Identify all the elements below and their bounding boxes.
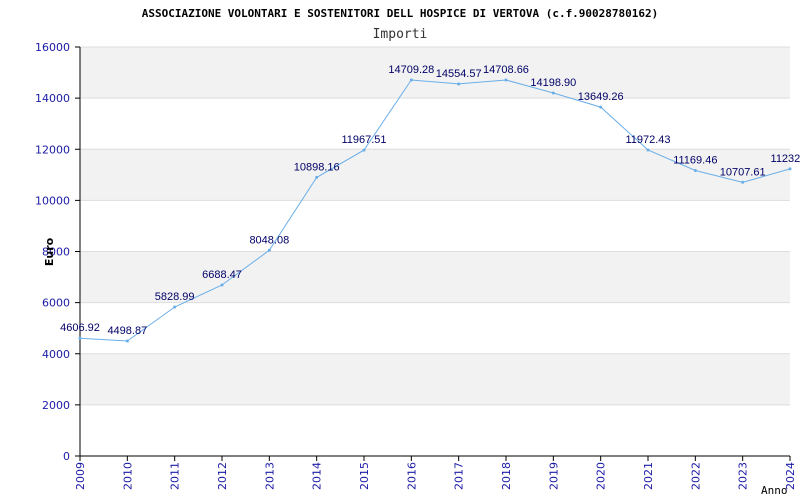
x-tick-label: 2022	[689, 462, 702, 490]
data-point	[788, 167, 792, 171]
data-label: 13649.26	[578, 91, 624, 103]
line-chart: ASSOCIAZIONE VOLONTARI E SOSTENITORI DEL…	[35, 7, 800, 497]
data-label: 10707.61	[720, 166, 766, 178]
data-label: 14709.28	[388, 64, 434, 76]
data-point	[267, 248, 271, 252]
chart-subtitle: Importi	[373, 27, 428, 42]
y-tick-label: 0	[63, 450, 70, 463]
data-point	[504, 78, 508, 82]
data-label: 11967.51	[341, 134, 386, 146]
data-label: 6688.47	[202, 269, 242, 281]
x-tick-label: 2021	[642, 462, 655, 490]
data-label: 8048.08	[249, 234, 289, 246]
x-tick-label: 2015	[358, 462, 371, 490]
chart-title: ASSOCIAZIONE VOLONTARI E SOSTENITORI DEL…	[142, 7, 659, 20]
plot-band	[80, 353, 790, 405]
data-point	[125, 339, 129, 343]
data-point	[646, 148, 650, 152]
plot-bands	[80, 47, 790, 405]
data-point	[741, 180, 745, 184]
data-label: 14708.66	[483, 64, 529, 76]
y-tick-label: 2000	[42, 399, 70, 412]
data-label: 11169.46	[673, 154, 717, 166]
y-tick-label: 12000	[35, 143, 70, 156]
y-tick-label: 4000	[42, 348, 70, 361]
y-tick-label: 16000	[35, 41, 70, 54]
data-label: 11232.1	[771, 153, 800, 165]
data-point	[693, 168, 697, 172]
x-tick-label: 2014	[311, 462, 324, 490]
y-axis-label: Euro	[43, 237, 56, 266]
x-tick-label: 2023	[737, 462, 750, 490]
data-label: 14554.57	[436, 68, 482, 80]
x-tick-label: 2009	[74, 462, 87, 490]
data-label: 11972.43	[625, 134, 670, 146]
data-point	[551, 91, 555, 95]
x-tick-labels: 2009 2010 2011 2012 2013 2014 2015 2016 2017 2018…	[74, 462, 797, 490]
x-tick-label: 2019	[547, 462, 560, 490]
data-label: 5828.99	[155, 291, 195, 303]
x-tick-label: 2018	[500, 462, 513, 490]
data-point	[362, 148, 366, 152]
data-label: 10898.16	[294, 161, 340, 173]
x-tick-label: 2011	[169, 462, 182, 490]
y-tick-label: 10000	[35, 194, 70, 207]
data-point	[78, 336, 82, 340]
x-tick-label: 2020	[595, 462, 608, 490]
data-point	[220, 283, 224, 287]
data-point	[315, 175, 319, 179]
x-axis-label: Anno	[761, 484, 788, 497]
y-tick-label: 6000	[42, 297, 70, 310]
data-label: 4498.87	[107, 325, 147, 337]
x-tick-label: 2017	[453, 462, 466, 490]
x-tick-label: 2012	[216, 462, 229, 490]
data-point	[409, 78, 413, 82]
data-label: 14198.90	[530, 77, 576, 89]
x-tick-label: 2013	[263, 462, 276, 490]
y-tick-label: 14000	[35, 92, 70, 105]
x-tick-label: 2016	[405, 462, 418, 490]
data-point	[457, 82, 461, 86]
data-point	[173, 305, 177, 309]
x-tick-label: 2010	[121, 462, 134, 490]
data-point	[599, 105, 603, 109]
data-label: 4606.92	[60, 322, 100, 334]
